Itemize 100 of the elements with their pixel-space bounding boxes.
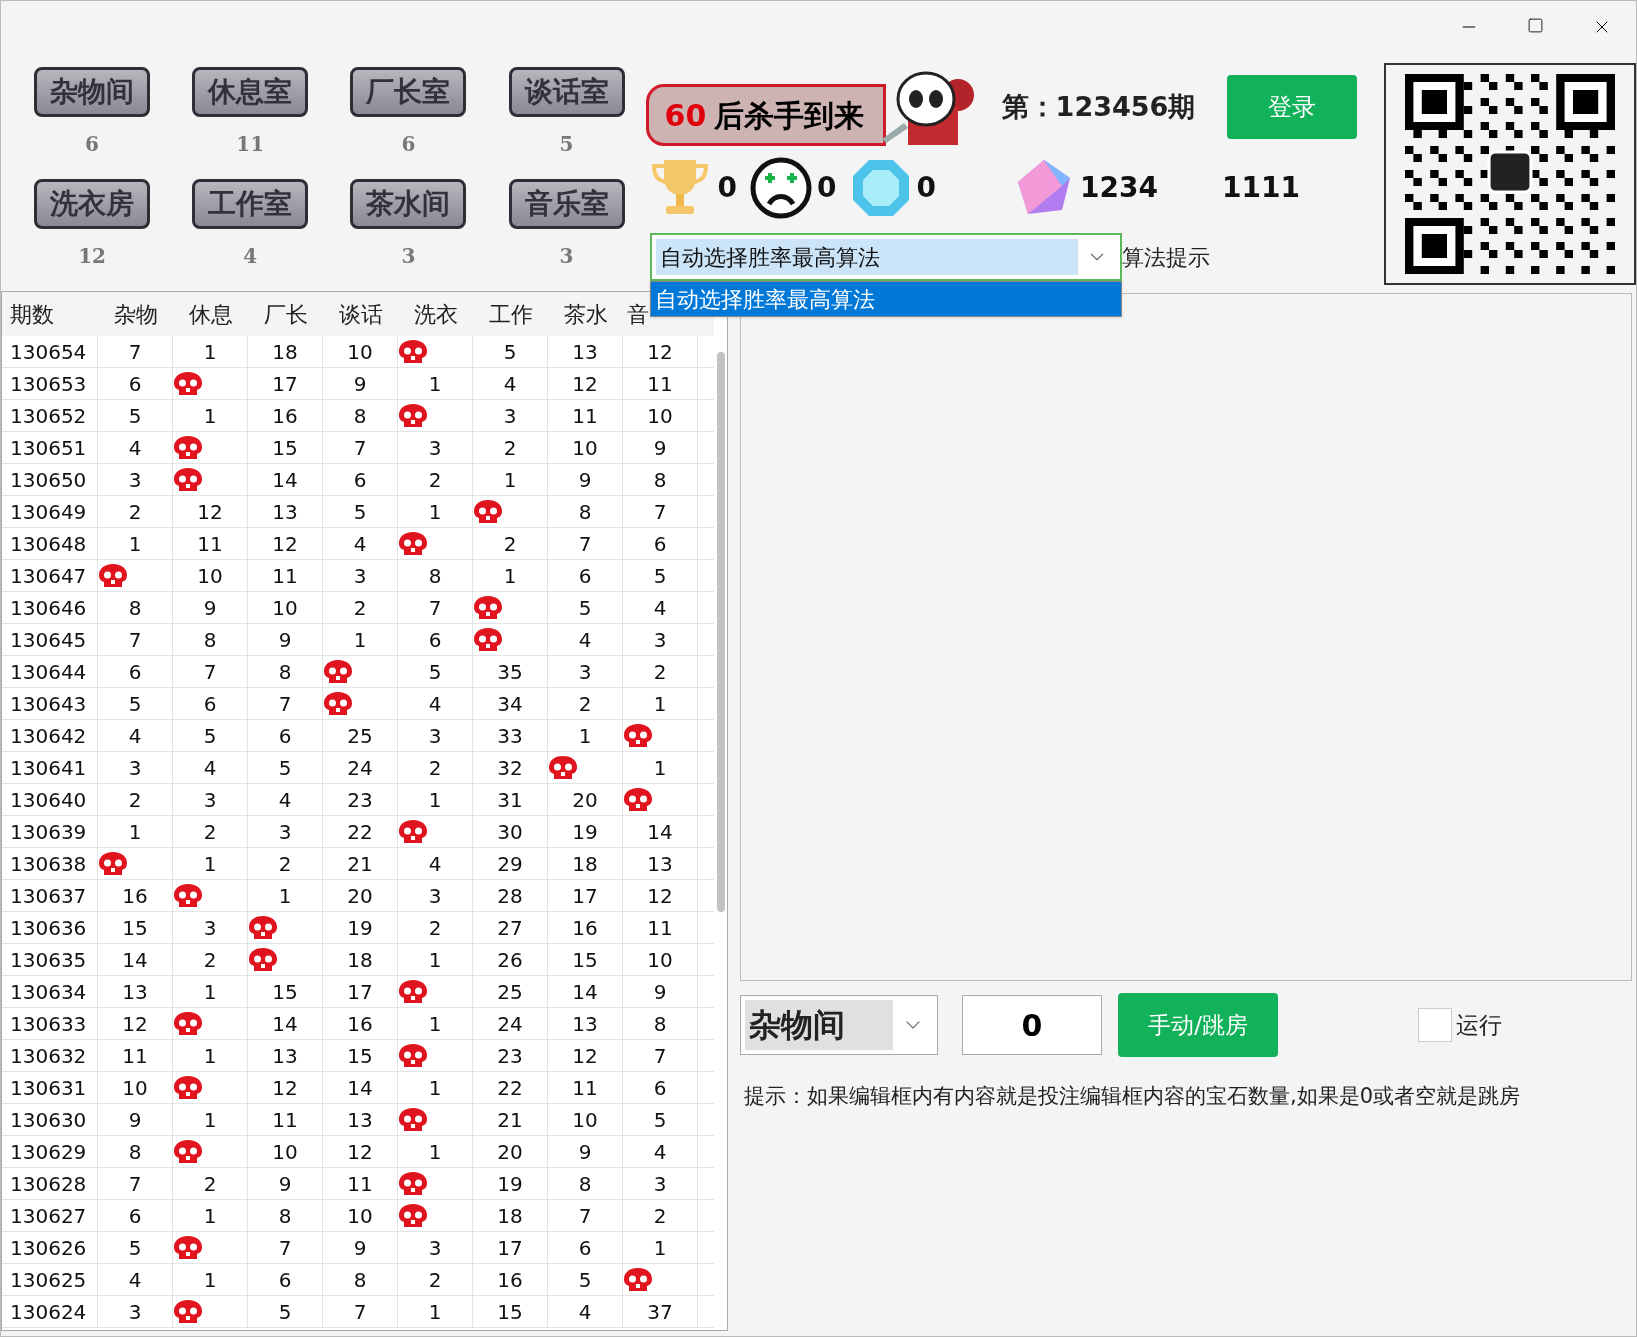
scrollbar-thumb[interactable] bbox=[716, 352, 725, 912]
room-button[interactable]: 茶水间 bbox=[350, 179, 467, 229]
column-header: 谈话 bbox=[337, 300, 384, 329]
period-cell: 130626 bbox=[2, 1232, 98, 1263]
table-cell: 8 bbox=[98, 1136, 173, 1167]
skull-icon bbox=[398, 818, 428, 845]
period-cell: 130631 bbox=[2, 1072, 98, 1103]
room-button[interactable]: 洗衣房 bbox=[34, 179, 151, 229]
run-checkbox[interactable] bbox=[1418, 1008, 1452, 1042]
period-cell: 130636 bbox=[2, 912, 98, 943]
skull-icon bbox=[173, 370, 203, 397]
table-cell: 19 bbox=[473, 1168, 548, 1199]
algorithm-value: 自动选择胜率最高算法 bbox=[655, 239, 1078, 275]
period-cell: 130648 bbox=[2, 528, 98, 559]
period-cell: 130640 bbox=[2, 784, 98, 815]
table-cell: 6 bbox=[623, 1072, 698, 1103]
maximize-icon[interactable] bbox=[1527, 17, 1544, 34]
table-cell: 13 bbox=[548, 336, 623, 367]
table-cell: 8 bbox=[98, 592, 173, 623]
hint-text: 提示：如果编辑框内有内容就是投注编辑框内容的宝石数量,如果是0或者空就是跳房 bbox=[743, 1083, 1522, 1110]
table-cell: 15 bbox=[248, 432, 323, 463]
table-cell: 13 bbox=[323, 1104, 398, 1135]
skull-icon bbox=[173, 1234, 203, 1261]
login-button[interactable]: 登录 bbox=[1227, 75, 1358, 139]
period-cell: 130624 bbox=[2, 1296, 98, 1327]
table-cell: 4 bbox=[173, 752, 248, 783]
table-cell: 9 bbox=[173, 592, 248, 623]
table-cell: 6 bbox=[248, 720, 323, 751]
table-cell: 7 bbox=[323, 1296, 398, 1327]
table-cell: 13 bbox=[248, 496, 323, 527]
extra-value: 1111 bbox=[1222, 170, 1300, 206]
table-cell: 1 bbox=[98, 528, 173, 559]
table-cell: 11 bbox=[623, 912, 698, 943]
table-cell: 1 bbox=[398, 1008, 473, 1039]
table-cell: 2 bbox=[323, 592, 398, 623]
algorithm-select[interactable]: 自动选择胜率最高算法 bbox=[649, 233, 1122, 281]
table-cell: 2 bbox=[473, 432, 548, 463]
room-count: 6 bbox=[85, 131, 100, 158]
table-cell: 6 bbox=[548, 560, 623, 591]
skull-icon bbox=[398, 338, 428, 365]
table-cell: 5 bbox=[323, 496, 398, 527]
table-cell: 26 bbox=[473, 944, 548, 975]
table-cell: 20 bbox=[323, 880, 398, 911]
room-button[interactable]: 厂长室 bbox=[350, 67, 467, 117]
table-cell: 7 bbox=[548, 528, 623, 559]
table-cell: 6 bbox=[623, 528, 698, 559]
table-cell: 4 bbox=[398, 688, 473, 719]
skull-icon bbox=[623, 786, 653, 813]
period-cell: 130633 bbox=[2, 1008, 98, 1039]
table-cell: 11 bbox=[248, 1104, 323, 1135]
room-button[interactable]: 工作室 bbox=[192, 179, 309, 229]
table-cell: 2 bbox=[173, 944, 248, 975]
period-cell: 130652 bbox=[2, 400, 98, 431]
qr-code-icon bbox=[1405, 74, 1616, 274]
table-cell: 13 bbox=[248, 1040, 323, 1071]
table-cell: 3 bbox=[548, 656, 623, 687]
skull-icon bbox=[398, 1106, 428, 1133]
table-cell: 7 bbox=[98, 624, 173, 655]
table-cell: 6 bbox=[398, 624, 473, 655]
skull-icon bbox=[398, 1170, 428, 1197]
room-button[interactable]: 休息室 bbox=[192, 67, 309, 117]
table-cell: 17 bbox=[248, 368, 323, 399]
table-cell: 1 bbox=[98, 816, 173, 847]
table-cell: 14 bbox=[323, 1072, 398, 1103]
skull-icon bbox=[248, 946, 278, 973]
table-cell: 9 bbox=[248, 624, 323, 655]
table-cell: 15 bbox=[323, 1040, 398, 1071]
algorithm-option[interactable]: 自动选择胜率最高算法 bbox=[650, 282, 1121, 316]
algorithm-label: 算法提示 bbox=[1121, 243, 1210, 272]
table-cell: 7 bbox=[623, 496, 698, 527]
column-header: 期数 bbox=[9, 300, 55, 329]
table-cell: 7 bbox=[323, 432, 398, 463]
table-cell: 9 bbox=[623, 432, 698, 463]
table-cell: 10 bbox=[173, 560, 248, 591]
table-cell: 1 bbox=[623, 688, 698, 719]
room-button[interactable]: 音乐室 bbox=[508, 179, 625, 229]
table-cell: 9 bbox=[323, 1232, 398, 1263]
room-button[interactable]: 杂物间 bbox=[34, 67, 151, 117]
period-cell: 130654 bbox=[2, 336, 98, 367]
room-select[interactable]: 杂物间 bbox=[740, 995, 938, 1055]
table-cell: 1 bbox=[398, 496, 473, 527]
table-cell: 10 bbox=[548, 432, 623, 463]
manual-jump-button[interactable]: 手动/跳房 bbox=[1118, 993, 1278, 1057]
table-cell: 7 bbox=[248, 1232, 323, 1263]
table-cell: 10 bbox=[248, 1136, 323, 1167]
column-header: 音 bbox=[627, 300, 650, 329]
table-cell: 17 bbox=[323, 976, 398, 1007]
column-header: 茶水 bbox=[562, 300, 609, 329]
room-button[interactable]: 谈话室 bbox=[508, 67, 625, 117]
table-cell: 6 bbox=[248, 1264, 323, 1295]
column-header: 杂物 bbox=[112, 300, 159, 329]
table-cell: 3 bbox=[98, 464, 173, 495]
table-cell: 13 bbox=[623, 848, 698, 879]
period-cell: 130645 bbox=[2, 624, 98, 655]
table-cell: 7 bbox=[248, 688, 323, 719]
amount-field[interactable]: 0 bbox=[962, 995, 1102, 1055]
table-cell: 4 bbox=[398, 848, 473, 879]
table-cell: 5 bbox=[473, 336, 548, 367]
period-cell: 130647 bbox=[2, 560, 98, 591]
table-cell: 24 bbox=[323, 752, 398, 783]
